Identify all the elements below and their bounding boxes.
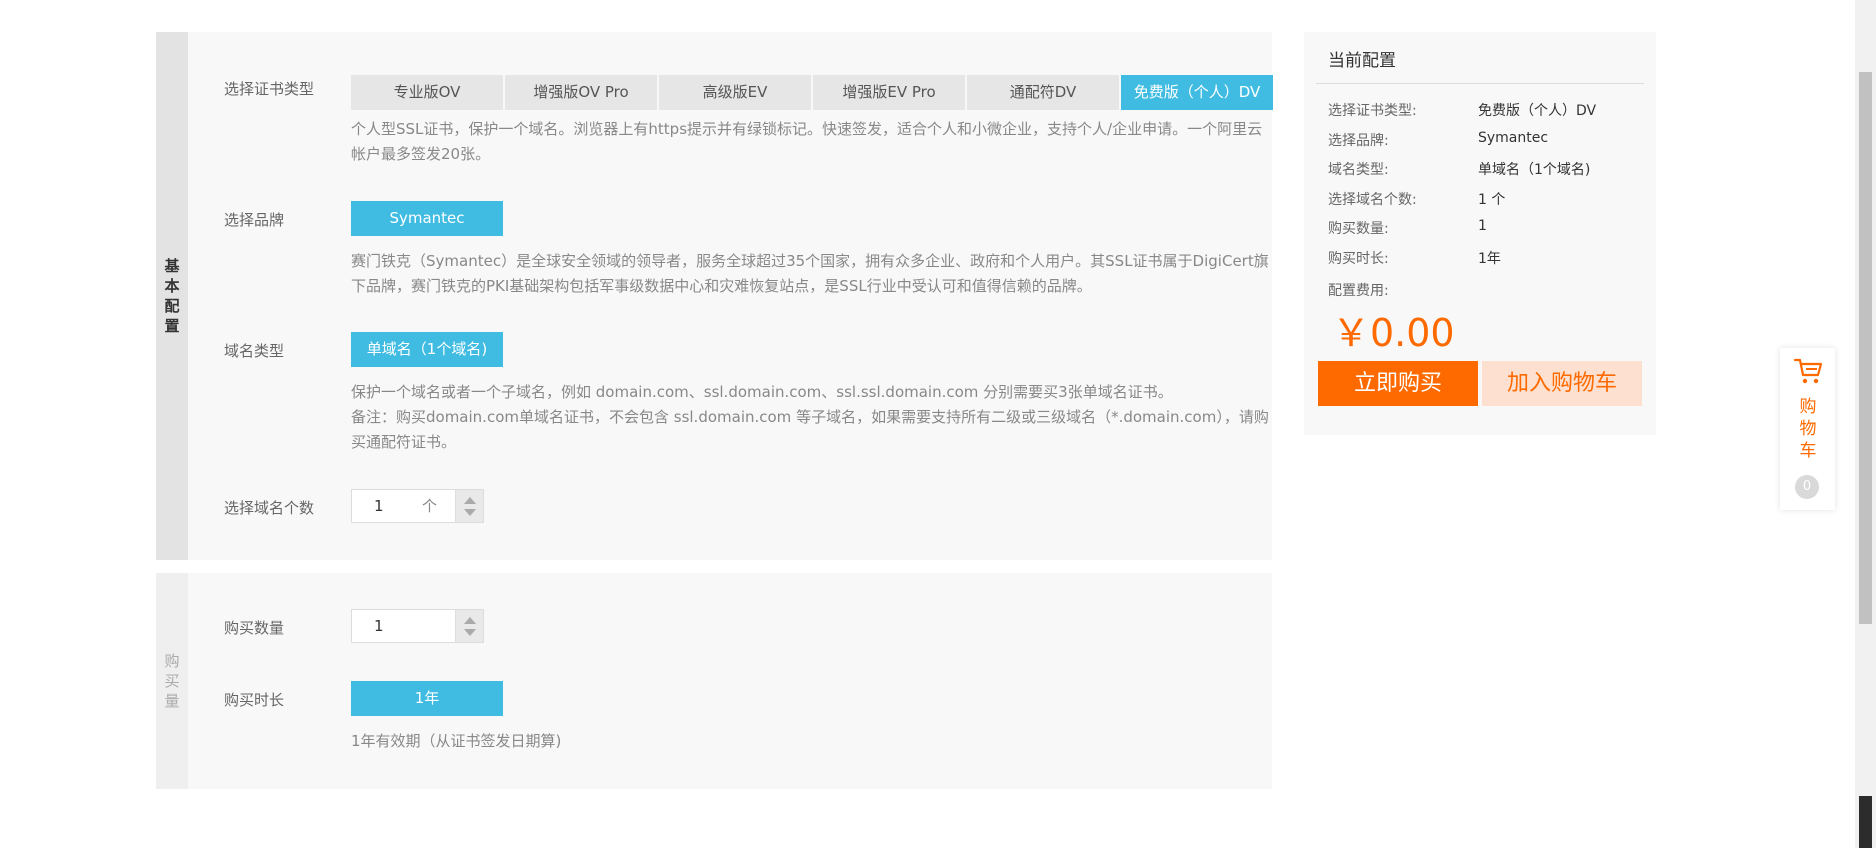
summary-label-brand: 选择品牌:: [1328, 133, 1389, 149]
cert-type-tab-ov-pro[interactable]: 增强版OV Pro: [505, 75, 657, 110]
shopping-cart-icon: [1793, 358, 1823, 384]
summary-value-domain-count: 1 个: [1478, 192, 1506, 208]
basic-config-tab: 基本配置: [156, 32, 188, 560]
brand-option-symantec[interactable]: Symantec: [351, 201, 503, 236]
summary-label-duration: 购买时长:: [1328, 251, 1389, 267]
cert-type-tab-ev-pro[interactable]: 增强版EV Pro: [813, 75, 965, 110]
cert-type-label: 选择证书类型: [224, 80, 315, 98]
purchase-tab-label: 购买量: [164, 652, 180, 710]
brand-label: 选择品牌: [224, 211, 285, 229]
quantity-stepper: [351, 609, 484, 643]
domain-type-label: 域名类型: [224, 342, 285, 360]
purchase-tab: 购买量: [156, 573, 188, 789]
summary-label-domain-count: 选择域名个数:: [1328, 192, 1417, 208]
quantity-input[interactable]: [352, 610, 456, 642]
summary-value-cert-type: 免费版（个人）DV: [1478, 103, 1597, 119]
basic-config-tab-label: 基本配置: [164, 257, 180, 335]
quantity-arrows: [455, 610, 483, 642]
scrollbar-thumb[interactable]: [1859, 72, 1872, 624]
cert-type-tab-wildcard-dv[interactable]: 通配符DV: [967, 75, 1119, 110]
summary-label-quantity: 购买数量:: [1328, 221, 1389, 237]
purchase-panel: 购买量 购买数量 购买时长 1年 1年有效期（从证书签发日期算): [156, 573, 1272, 789]
duration-description: 1年有效期（从证书签发日期算): [351, 732, 562, 750]
domain-count-arrows: [455, 490, 483, 522]
duration-option-1year[interactable]: 1年: [351, 681, 503, 716]
summary-value-brand: Symantec: [1478, 130, 1549, 146]
domain-count-label: 选择域名个数: [224, 499, 315, 517]
summary-label-domain-type: 域名类型:: [1328, 162, 1389, 178]
decrement-arrow-icon[interactable]: [464, 509, 476, 516]
quantity-label: 购买数量: [224, 619, 285, 637]
summary-value-quantity: 1: [1478, 218, 1487, 234]
fee-label: 配置费用:: [1328, 283, 1389, 299]
cart-count-badge: 0: [1795, 475, 1819, 499]
domain-type-description: 保护一个域名或者一个子域名，例如 domain.com、ssl.domain.c…: [351, 380, 1271, 455]
cert-type-tabs: 专业版OV 增强版OV Pro 高级版EV 增强版EV Pro 通配符DV 免费…: [351, 75, 1273, 110]
vertical-scrollbar[interactable]: [1855, 0, 1876, 848]
summary-title: 当前配置: [1328, 51, 1396, 71]
cert-type-description: 个人型SSL证书，保护一个域名。浏览器上有https提示并有绿锁标记。快速签发，…: [351, 120, 1263, 163]
domain-type-option-single[interactable]: 单域名（1个域名): [351, 332, 503, 367]
price-value: ￥0.00: [1332, 311, 1455, 355]
domain-count-stepper: 个: [351, 489, 484, 523]
cert-type-tab-ev[interactable]: 高级版EV: [659, 75, 811, 110]
domain-type-desc-line1: 保护一个域名或者一个子域名，例如 domain.com、ssl.domain.c…: [351, 383, 1173, 401]
decrement-arrow-icon[interactable]: [464, 629, 476, 636]
basic-config-panel: 基本配置 选择证书类型 专业版OV 增强版OV Pro 高级版EV 增强版EV …: [156, 32, 1273, 560]
domain-count-unit: 个: [422, 497, 438, 515]
scrollbar-grip[interactable]: [1859, 796, 1872, 848]
floating-cart[interactable]: 购物车 0: [1780, 348, 1835, 510]
buy-now-button[interactable]: 立即购买: [1318, 361, 1478, 406]
duration-label: 购买时长: [224, 691, 285, 709]
domain-count-input[interactable]: [352, 490, 456, 522]
summary-label-cert-type: 选择证书类型:: [1328, 103, 1417, 119]
cart-label: 购物车: [1799, 397, 1817, 461]
cert-type-tab-free-dv[interactable]: 免费版（个人）DV: [1121, 75, 1273, 110]
brand-description: 赛门铁克（Symantec）是全球安全领域的领导者，服务全球超过35个国家，拥有…: [351, 252, 1269, 295]
increment-arrow-icon[interactable]: [464, 617, 476, 624]
current-config-summary: 当前配置 选择证书类型: 免费版（个人）DV 选择品牌: Symantec 域名…: [1304, 32, 1656, 435]
summary-divider: [1316, 83, 1644, 84]
summary-value-domain-type: 单域名（1个域名): [1478, 162, 1591, 178]
increment-arrow-icon[interactable]: [464, 497, 476, 504]
add-to-cart-button[interactable]: 加入购物车: [1482, 361, 1642, 406]
cert-type-tab-pro-ov[interactable]: 专业版OV: [351, 75, 503, 110]
domain-type-desc-line2: 备注：购买domain.com单域名证书，不会包含 ssl.domain.com…: [351, 408, 1269, 451]
summary-value-duration: 1年: [1478, 251, 1501, 267]
